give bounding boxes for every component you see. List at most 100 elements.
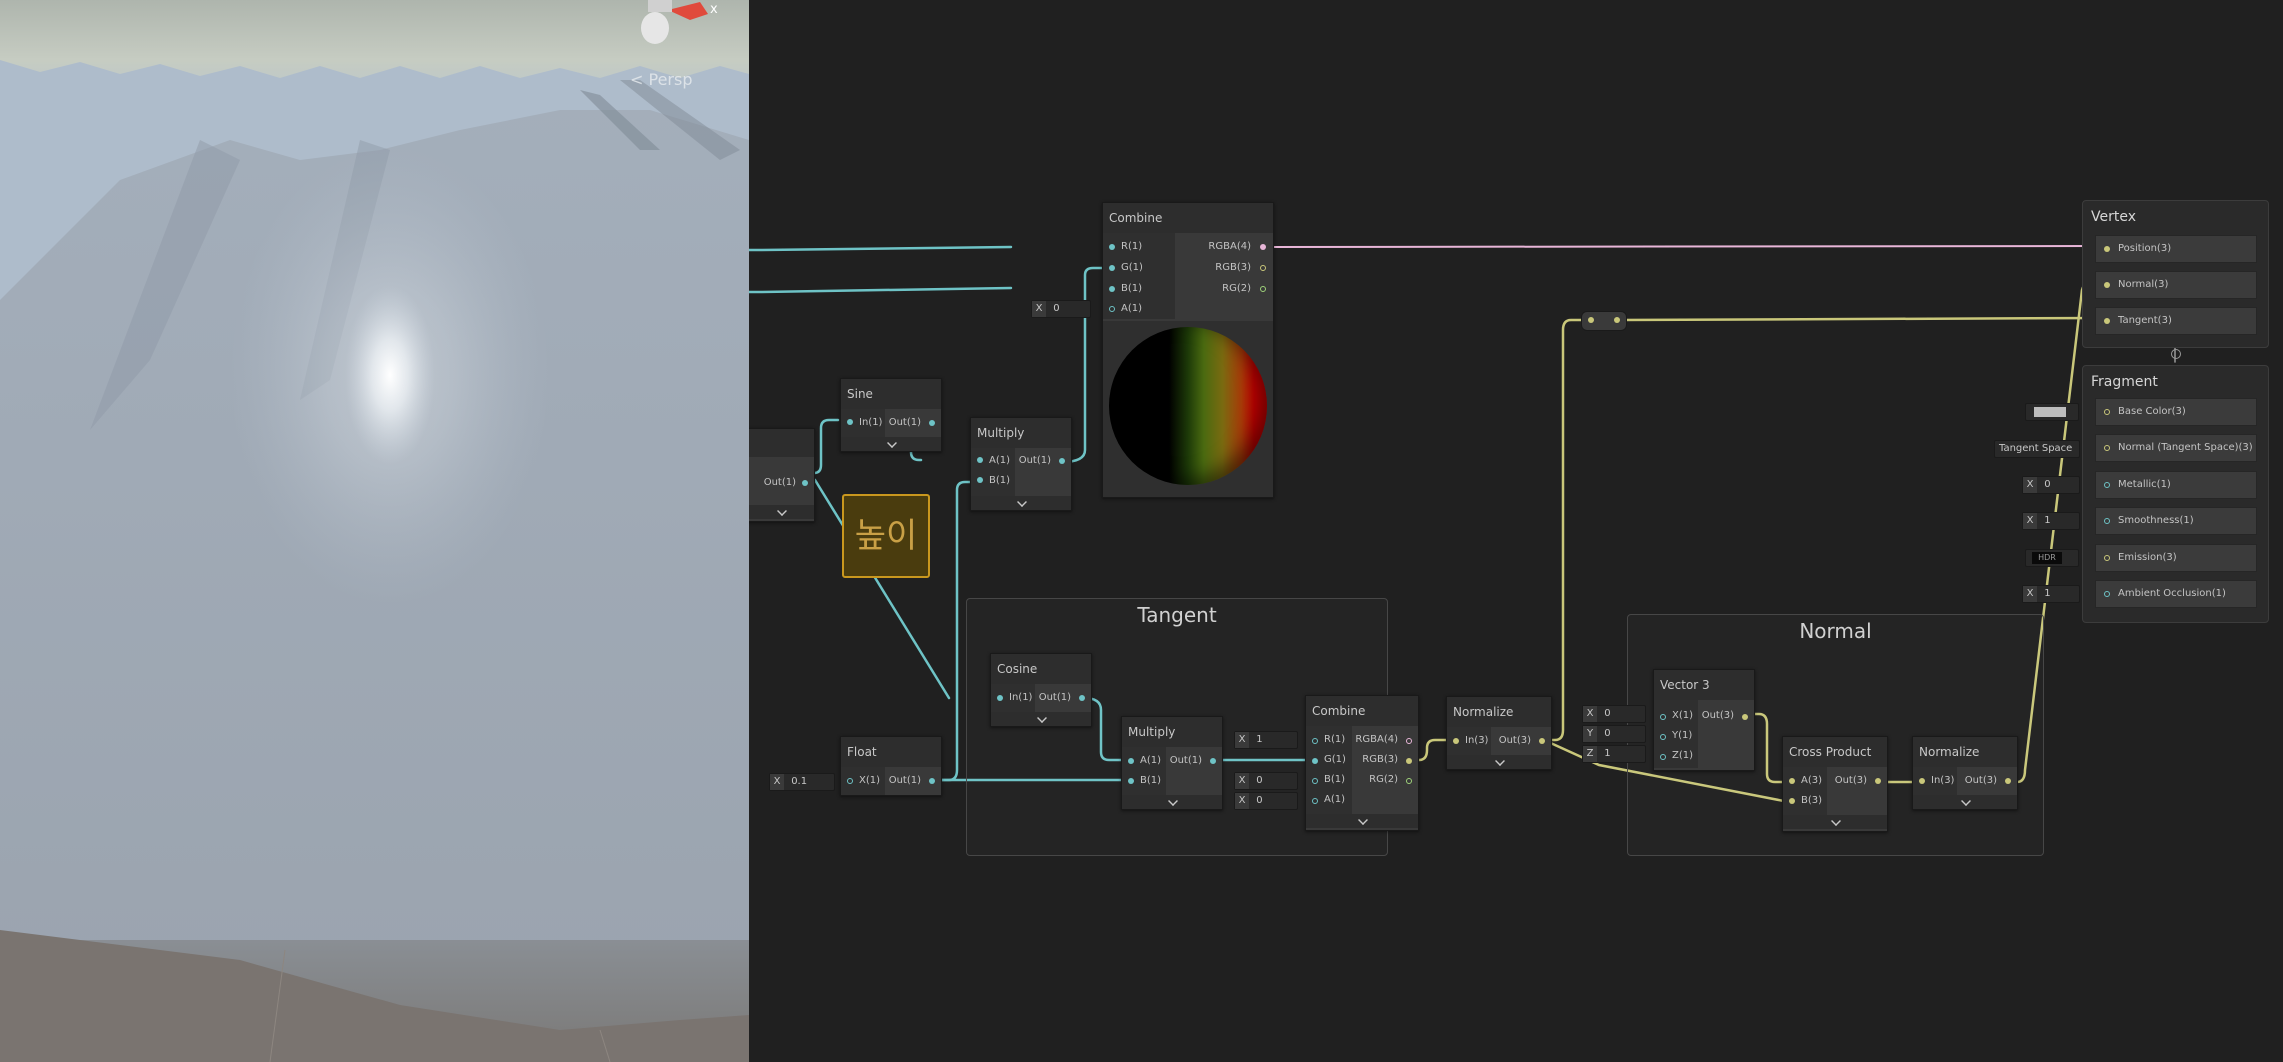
port-rgba[interactable]: RGBA(4) <box>1208 237 1251 257</box>
port-g-dot[interactable] <box>1312 758 1318 764</box>
expand-toggle[interactable] <box>991 712 1091 726</box>
port-b-dot[interactable] <box>1109 286 1115 292</box>
port-out[interactable]: Out(1) <box>764 473 796 493</box>
port-out[interactable]: Out(3) <box>1965 771 1997 791</box>
port-g-dot[interactable] <box>1109 265 1115 271</box>
slot-emission[interactable]: Emission(3) <box>2095 544 2257 572</box>
port-r[interactable]: R(1) <box>1121 237 1142 257</box>
port-dot[interactable] <box>802 480 808 486</box>
expand-toggle[interactable] <box>749 505 814 519</box>
node-multiply-2[interactable]: Multiply A(1) B(1) Out(1) <box>1121 716 1223 810</box>
combine2-r-field[interactable]: X 1 <box>1234 731 1298 749</box>
field-value[interactable]: 0.1 <box>787 776 807 787</box>
port-in[interactable]: In(1) <box>1009 688 1032 708</box>
port-b[interactable]: B(1) <box>989 471 1010 491</box>
port-dot[interactable] <box>2104 482 2110 488</box>
port-in[interactable]: X(1) <box>859 771 880 791</box>
port-x-dot[interactable] <box>1660 714 1666 720</box>
emission-hdr-field[interactable]: HDR <box>2025 549 2079 567</box>
port-out-dot[interactable] <box>1539 738 1545 744</box>
combine1-a-field[interactable]: X 0 <box>1031 300 1091 318</box>
port-in-dot[interactable] <box>1453 738 1459 744</box>
port-out-dot[interactable] <box>929 778 935 784</box>
port-out[interactable]: Out(1) <box>889 413 921 433</box>
combine2-b-field[interactable]: X 0 <box>1234 772 1298 790</box>
vector3-x-field[interactable]: X 0 <box>1582 705 1646 723</box>
node-multiply-1[interactable]: Multiply A(1) B(1) Out(1) <box>970 417 1072 511</box>
port-a[interactable]: A(1) <box>989 451 1010 471</box>
slot-ambient-occlusion[interactable]: Ambient Occlusion(1) <box>2095 580 2257 608</box>
port-a[interactable]: A(3) <box>1801 771 1822 791</box>
port-in-dot[interactable] <box>1919 778 1925 784</box>
port-dot[interactable] <box>2104 409 2110 415</box>
field-value[interactable]: 0 <box>1252 795 1262 806</box>
port-a[interactable]: A(1) <box>1121 299 1142 319</box>
port-in-dot[interactable] <box>847 419 853 425</box>
port-g[interactable]: G(1) <box>1121 258 1143 278</box>
slot-smoothness[interactable]: Smoothness(1) <box>2095 507 2257 535</box>
shader-graph-canvas[interactable]: Tangent Normal Out(1) 높이 Sine In(1) Out(… <box>749 0 2283 1062</box>
port-b-dot[interactable] <box>1128 778 1134 784</box>
port-a[interactable]: A(1) <box>1324 790 1345 810</box>
port-in[interactable]: In(3) <box>1465 731 1488 751</box>
port-rg[interactable]: RG(2) <box>1369 770 1398 790</box>
port-out[interactable]: Out(3) <box>1835 771 1867 791</box>
expand-toggle[interactable] <box>1783 815 1887 829</box>
normal-space-dropdown[interactable]: Tangent Space <box>1994 440 2080 458</box>
reroute-out-dot[interactable] <box>1614 317 1620 323</box>
port-dot[interactable] <box>2104 282 2110 288</box>
port-a-dot[interactable] <box>1312 798 1318 804</box>
port-b[interactable]: B(1) <box>1324 770 1345 790</box>
ao-field[interactable]: X 1 <box>2022 585 2080 603</box>
port-out-dot[interactable] <box>1079 695 1085 701</box>
port-in[interactable]: In(3) <box>1931 771 1954 791</box>
slot-normal[interactable]: Normal(3) <box>2095 271 2257 299</box>
node-combine-1[interactable]: Combine R(1) G(1) B(1) A(1) RGBA(4) RGB(… <box>1102 202 1274 498</box>
port-rg-dot[interactable] <box>1260 286 1266 292</box>
port-rgba-dot[interactable] <box>1260 244 1266 250</box>
fragment-stack[interactable]: Fragment Base Color(3) Normal (Tangent S… <box>2082 365 2269 623</box>
port-rg[interactable]: RG(2) <box>1222 279 1251 299</box>
expand-toggle[interactable] <box>1122 795 1222 809</box>
slot-metallic[interactable]: Metallic(1) <box>2095 471 2257 499</box>
port-dot[interactable] <box>2104 318 2110 324</box>
node-sine[interactable]: Sine In(1) Out(1) <box>840 378 942 452</box>
field-value[interactable]: 0 <box>1252 775 1262 786</box>
port-out[interactable]: Out(1) <box>1019 451 1051 471</box>
port-g[interactable]: G(1) <box>1324 750 1346 770</box>
slot-normal-ts[interactable]: Normal (Tangent Space)(3) <box>2095 434 2257 462</box>
port-dot[interactable] <box>2104 246 2110 252</box>
port-dot[interactable] <box>2104 591 2110 597</box>
port-rgb[interactable]: RGB(3) <box>1215 258 1251 278</box>
metallic-field[interactable]: X 0 <box>2022 476 2080 494</box>
reroute-in-dot[interactable] <box>1588 317 1594 323</box>
port-out-dot[interactable] <box>1875 778 1881 784</box>
port-r-dot[interactable] <box>1109 244 1115 250</box>
sticky-text[interactable]: 높이 <box>855 516 918 556</box>
port-rgb-dot[interactable] <box>1406 758 1412 764</box>
port-out[interactable]: Out(1) <box>889 771 921 791</box>
node-normalize-1[interactable]: Normalize In(3) Out(3) <box>1446 696 1552 770</box>
port-b[interactable]: B(3) <box>1801 791 1822 811</box>
port-out-dot[interactable] <box>1742 714 1748 720</box>
port-out[interactable]: Out(3) <box>1702 706 1734 726</box>
field-value[interactable]: 1 <box>1252 734 1262 745</box>
node-partial[interactable]: Out(1) <box>749 428 815 522</box>
expand-toggle[interactable] <box>1306 814 1418 828</box>
field-value[interactable]: 1 <box>1600 748 1610 759</box>
port-r[interactable]: R(1) <box>1324 730 1345 750</box>
expand-toggle[interactable] <box>841 437 941 451</box>
expand-toggle[interactable] <box>1447 755 1551 769</box>
port-b-dot[interactable] <box>1312 778 1318 784</box>
port-dot[interactable] <box>2104 518 2110 524</box>
field-value[interactable]: 1 <box>2040 588 2050 599</box>
port-a[interactable]: A(1) <box>1140 751 1161 771</box>
port-r-dot[interactable] <box>1312 738 1318 744</box>
slot-tangent[interactable]: Tangent(3) <box>2095 307 2257 335</box>
port-b-dot[interactable] <box>1789 798 1795 804</box>
port-rgb[interactable]: RGB(3) <box>1362 750 1398 770</box>
port-a-dot[interactable] <box>1109 306 1115 312</box>
expand-toggle[interactable] <box>1913 795 2017 809</box>
vector3-y-field[interactable]: Y 0 <box>1582 725 1646 743</box>
hdr-badge[interactable]: HDR <box>2032 552 2062 564</box>
